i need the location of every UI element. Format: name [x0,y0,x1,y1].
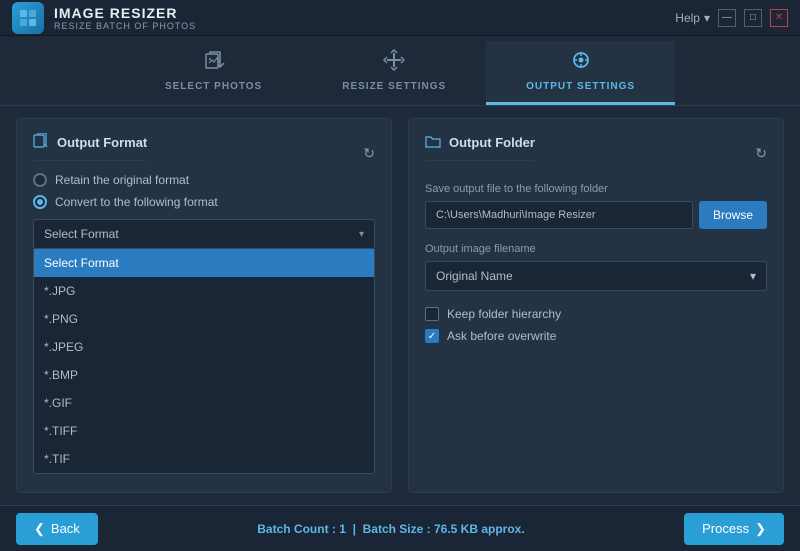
output-format-panel: Output Format ↻ Retain the original form… [16,118,392,493]
resize-settings-icon [383,49,405,77]
output-settings-icon [570,49,592,77]
retain-original-option[interactable]: Retain the original format [33,173,375,187]
format-option-jpeg[interactable]: *.JPEG [34,333,374,361]
footer-info: Batch Count : 1 | Batch Size : 76.5 KB a… [257,522,524,536]
help-button[interactable]: Help ▾ [675,11,710,25]
format-dropdown-arrow: ▾ [359,229,364,240]
step-output-settings-label: OUTPUT SETTINGS [526,81,635,92]
browse-button[interactable]: Browse [699,201,767,229]
folder-row: Browse [425,201,767,229]
format-option-png[interactable]: *.PNG [34,305,374,333]
format-option-select-format[interactable]: Select Format [34,249,374,277]
step-resize-settings[interactable]: RESIZE SETTINGS [302,41,486,105]
output-folder-title: Output Folder [425,133,535,161]
output-folder-panel: Output Folder ↻ Save output file to the … [408,118,784,493]
folder-hierarchy-checkbox [425,307,439,321]
format-radio-group: Retain the original format Convert to th… [33,173,375,209]
output-folder-refresh-icon[interactable]: ↻ [755,145,767,162]
back-button[interactable]: ❮ Back [16,513,98,545]
app-logo [12,2,44,34]
retain-radio-circle [33,173,47,187]
format-option-gif[interactable]: *.GIF [34,389,374,417]
filename-dropdown-arrow: ▾ [750,269,756,283]
output-format-refresh-icon[interactable]: ↻ [363,145,375,162]
minimize-button[interactable]: — [718,9,736,27]
output-format-title: Output Format [33,133,147,161]
step-select-photos[interactable]: SELECT PHOTOS [125,41,302,105]
close-button[interactable]: ✕ [770,9,788,27]
output-folder-icon [425,133,441,152]
step-select-photos-label: SELECT PHOTOS [165,81,262,92]
output-format-header: Output Format ↻ [33,133,375,173]
steps-nav: SELECT PHOTOS RESIZE SETTINGS OUTPUT SET… [0,36,800,106]
app-subtitle: RESIZE BATCH OF PHOTOS [54,21,196,31]
title-bar-right: Help ▾ — □ ✕ [675,9,788,27]
ask-overwrite-checkbox [425,329,439,343]
checkbox-group: Keep folder hierarchy Ask before overwri… [425,307,767,343]
back-arrow-icon: ❮ [34,521,45,537]
process-arrow-icon: ❯ [755,521,766,537]
format-dropdown-button[interactable]: Select Format ▾ [33,219,375,249]
format-option-jpg[interactable]: *.JPG [34,277,374,305]
maximize-button[interactable]: □ [744,9,762,27]
format-option-bmp[interactable]: *.BMP [34,361,374,389]
title-bar: IMAGE RESIZER RESIZE BATCH OF PHOTOS Hel… [0,0,800,36]
step-output-settings[interactable]: OUTPUT SETTINGS [486,41,675,105]
filename-dropdown[interactable]: Original Name ▾ [425,261,767,291]
folder-path-input[interactable] [425,201,693,229]
format-option-tiff[interactable]: *.TIFF [34,417,374,445]
footer: ❮ Back Batch Count : 1 | Batch Size : 76… [0,505,800,551]
convert-format-option[interactable]: Convert to the following format [33,195,375,209]
title-bar-left: IMAGE RESIZER RESIZE BATCH OF PHOTOS [12,2,196,34]
process-button[interactable]: Process ❯ [684,513,784,545]
format-dropdown-list: Select Format *.JPG *.PNG *.JPEG *.BMP *… [33,249,375,474]
step-resize-settings-label: RESIZE SETTINGS [342,81,446,92]
keep-folder-hierarchy-item[interactable]: Keep folder hierarchy [425,307,767,321]
app-title-block: IMAGE RESIZER RESIZE BATCH OF PHOTOS [54,5,196,31]
folder-path-label: Save output file to the following folder [425,183,767,195]
select-photos-icon [203,49,225,77]
format-dropdown-wrapper: Select Format ▾ Select Format *.JPG *.PN… [33,219,375,249]
filename-label: Output image filename [425,243,767,255]
format-option-tif[interactable]: *.TIF [34,445,374,473]
output-folder-header: Output Folder ↻ [425,133,767,173]
app-name: IMAGE RESIZER [54,5,196,21]
ask-before-overwrite-item[interactable]: Ask before overwrite [425,329,767,343]
output-format-icon [33,133,49,152]
main-content: Output Format ↻ Retain the original form… [0,106,800,505]
convert-radio-circle [33,195,47,209]
